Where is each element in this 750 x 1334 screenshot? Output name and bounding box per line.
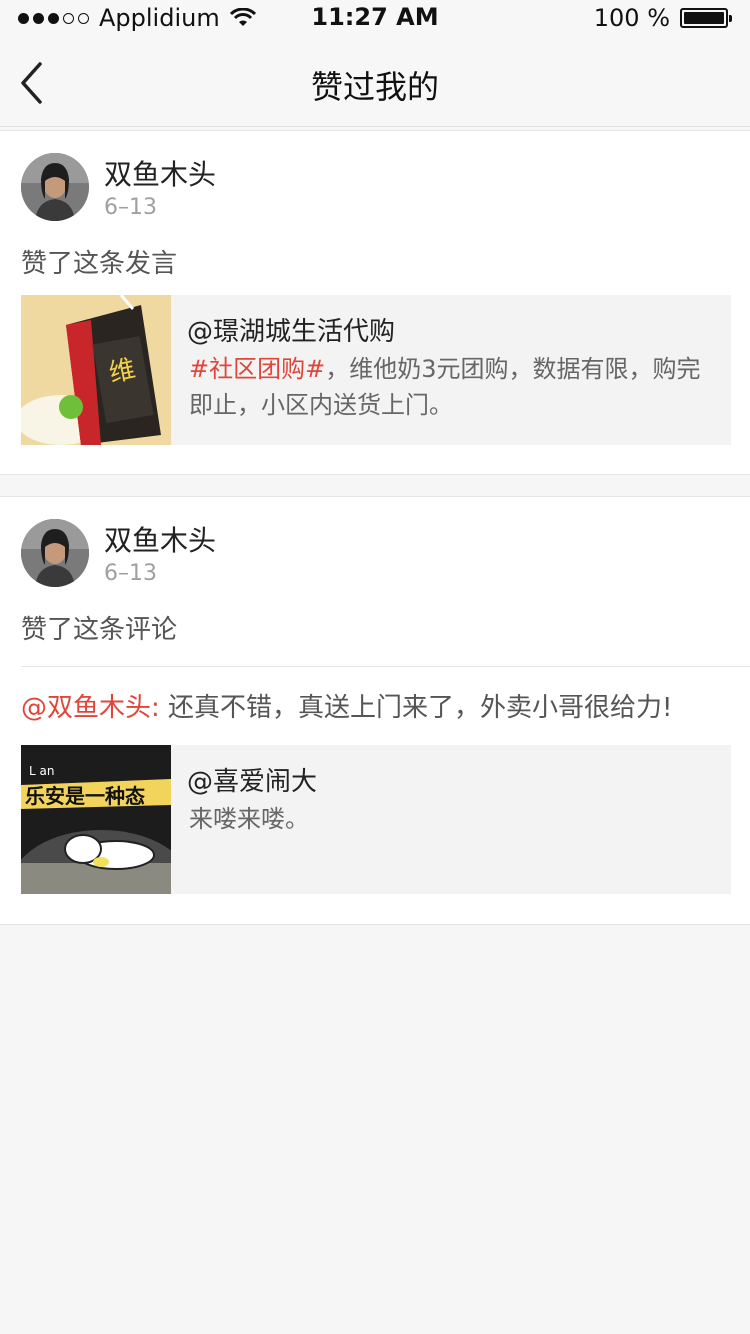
post-date: 6–13 xyxy=(104,561,157,586)
divider xyxy=(21,666,750,667)
user-name[interactable]: 双鱼木头 xyxy=(104,153,216,193)
comment-body: 还真不错，真送上门来了，外卖小哥很给力! xyxy=(159,693,673,723)
action-text: 赞了这条发言 xyxy=(21,249,178,279)
navigation-bar: 赞过我的 xyxy=(0,40,750,127)
avatar-photo-icon xyxy=(21,153,89,221)
post-thumbnail: 维 xyxy=(21,295,171,445)
action-text: 赞了这条评论 xyxy=(21,615,178,645)
quote-text: 来喽来喽。 xyxy=(189,805,309,833)
status-bar: Applidium 11:27 AM 100 % xyxy=(0,0,750,40)
topic-tag[interactable]: #社区团购# xyxy=(189,355,325,383)
quote-author[interactable]: @璟湖城生活代购 xyxy=(187,311,395,348)
like-notification-card[interactable]: 双鱼木头 6–13 赞了这条评论 @双鱼木头: 还真不错，真送上门来了，外卖小哥… xyxy=(0,496,750,925)
drink-carton-image-icon: 维 xyxy=(21,295,171,445)
post-thumbnail: 乐安是一种态 L an xyxy=(21,745,171,894)
sticker-small-caption: L an xyxy=(29,764,54,778)
like-notification-card[interactable]: 双鱼木头 6–13 赞了这条发言 维 @璟湖城生活代购 #社区团购#，维他奶3元… xyxy=(0,130,750,475)
quoted-post[interactable]: 乐安是一种态 L an @喜爱闹大 来喽来喽。 xyxy=(21,745,731,894)
quote-author[interactable]: @喜爱闹大 xyxy=(187,761,317,798)
battery-percent: 100 % xyxy=(593,4,670,32)
mention-link[interactable]: @双鱼木头: xyxy=(21,693,160,723)
sticker-image-icon: 乐安是一种态 L an xyxy=(21,745,171,894)
avatar[interactable] xyxy=(21,153,89,221)
avatar-photo-icon xyxy=(21,519,89,587)
post-date: 6–13 xyxy=(104,195,157,220)
quoted-post[interactable]: 维 @璟湖城生活代购 #社区团购#，维他奶3元团购，数据有限，购完即止，小区内送… xyxy=(21,295,731,445)
sticker-caption: 乐安是一种态 xyxy=(25,784,145,808)
status-right: 100 % xyxy=(593,4,732,32)
quote-text: #社区团购#，维他奶3元团购，数据有限，购完即止，小区内送货上门。 xyxy=(189,351,719,423)
avatar[interactable] xyxy=(21,519,89,587)
user-name[interactable]: 双鱼木头 xyxy=(104,519,216,559)
page-title: 赞过我的 xyxy=(310,68,439,106)
comment-text: @双鱼木头: 还真不错，真送上门来了，外卖小哥很给力! xyxy=(21,687,672,724)
battery-icon xyxy=(680,8,732,28)
